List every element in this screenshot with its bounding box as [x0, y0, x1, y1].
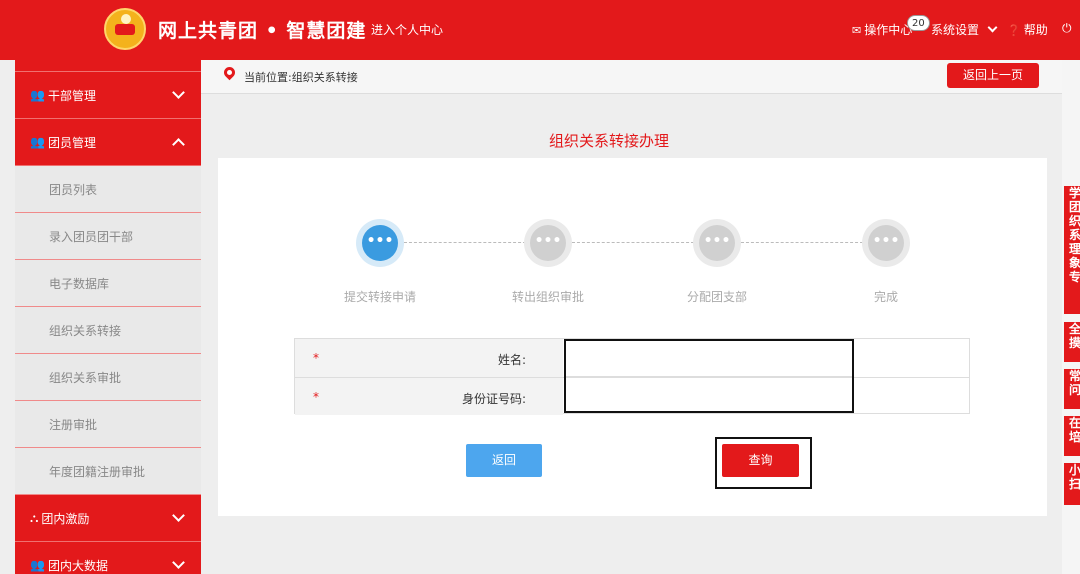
id-number-label: 身份证号码: [461, 392, 526, 406]
sidebar-item-label: 干部管理 [47, 88, 96, 103]
sidebar-top-strip [15, 60, 201, 72]
name-label: 姓名: [497, 353, 526, 367]
power-icon[interactable]: ⏻ [1062, 21, 1072, 36]
sidebar: 👥 干部管理 👥 团员管理 团员列表 录入团员团干部 电子数据库 组织关系转接 … [15, 60, 201, 574]
input-divider [566, 376, 852, 377]
site-title: 网上共青团 • 智慧团建 [158, 20, 367, 42]
more-dots-icon: ••• [699, 225, 735, 261]
query-button[interactable]: 查询 [722, 444, 799, 477]
sidebar-item-label: 团内激励 [41, 511, 90, 526]
content-card [218, 158, 1047, 516]
help-label: 帮助 [1023, 23, 1048, 37]
sidebar-subitem-enter-members[interactable]: 录入团员团干部 [15, 213, 201, 260]
step-label: 提交转接申请 [343, 290, 416, 304]
step-label: 分配团支部 [686, 290, 747, 304]
chevron-down-icon [172, 509, 185, 522]
cyl-logo-icon [104, 8, 146, 50]
page-title: 组织关系转接办理 [548, 132, 669, 150]
step-complete: ••• [862, 219, 910, 267]
more-dots-icon: ••• [362, 225, 398, 261]
required-mark: * [313, 390, 319, 404]
sidebar-subitem-database[interactable]: 电子数据库 [15, 260, 201, 307]
back-button[interactable]: 返回 [466, 444, 542, 477]
chevron-down-icon [172, 556, 185, 569]
right-tab-faq[interactable]: 常问 [1064, 369, 1080, 409]
step-label: 转出组织审批 [511, 290, 584, 304]
org-chart-icon: ⛬ [30, 510, 39, 525]
users-icon: 👥 [30, 88, 45, 102]
sidebar-subitem-relation-transfer[interactable]: 组织关系转接 [15, 307, 201, 354]
ops-count-badge: 20 [907, 15, 930, 31]
question-icon: ❓ [1007, 24, 1021, 37]
chevron-up-icon [172, 138, 185, 151]
help-link[interactable]: ❓ 帮助 [1007, 21, 1048, 38]
sidebar-item-incentive[interactable]: ⛬ 团内激励 [15, 495, 201, 542]
step-label: 完成 [873, 290, 898, 304]
breadcrumb: 当前位置:组织关系转接 [244, 71, 358, 84]
right-tab-scan[interactable]: 小扫 [1064, 463, 1080, 505]
chevron-down-icon [172, 86, 185, 99]
sidebar-item-member-management[interactable]: 👥 团员管理 [15, 119, 201, 166]
system-settings-label: 系统设置 [931, 23, 980, 37]
users-icon: 👥 [30, 135, 45, 149]
step-connector [572, 242, 694, 243]
more-dots-icon: ••• [868, 225, 904, 261]
ops-center-link[interactable]: ✉ 操作中心 [852, 21, 912, 38]
step-assign-branch: ••• [693, 219, 741, 267]
sidebar-item-label: 团内大数据 [47, 558, 108, 573]
right-tab-survey[interactable]: 全摸 [1064, 322, 1080, 362]
mail-icon: ✉ [852, 24, 862, 37]
users-icon: 👥 [30, 558, 45, 572]
right-tab-training[interactable]: 在培 [1064, 416, 1080, 456]
enter-personal-center-link[interactable]: 进入个人中心 [371, 21, 443, 38]
required-mark: * [313, 351, 319, 365]
system-settings-menu[interactable]: 系统设置 [931, 21, 998, 38]
sidebar-subitem-member-list[interactable]: 团员列表 [15, 166, 201, 213]
step-connector [741, 242, 863, 243]
sidebar-item-cadre-management[interactable]: 👥 干部管理 [15, 72, 201, 119]
ops-center-label: 操作中心 [864, 23, 913, 37]
name-field[interactable] [568, 342, 848, 374]
sidebar-subitem-annual-register[interactable]: 年度团籍注册审批 [15, 448, 201, 495]
step-submit: ••• [356, 219, 404, 267]
id-number-field[interactable] [568, 379, 848, 411]
step-connector [404, 242, 526, 243]
sidebar-item-big-data[interactable]: 👥 团内大数据 [15, 542, 201, 574]
chevron-down-icon [987, 22, 998, 33]
right-tab-study[interactable]: 学团织系理象专 [1064, 186, 1080, 314]
step-outgoing-approval: ••• [524, 219, 572, 267]
sidebar-subitem-register-approval[interactable]: 注册审批 [15, 401, 201, 448]
more-dots-icon: ••• [530, 225, 566, 261]
back-previous-page-button[interactable]: 返回上一页 [947, 63, 1039, 88]
sidebar-subitem-relation-approval[interactable]: 组织关系审批 [15, 354, 201, 401]
sidebar-item-label: 团员管理 [47, 135, 96, 150]
